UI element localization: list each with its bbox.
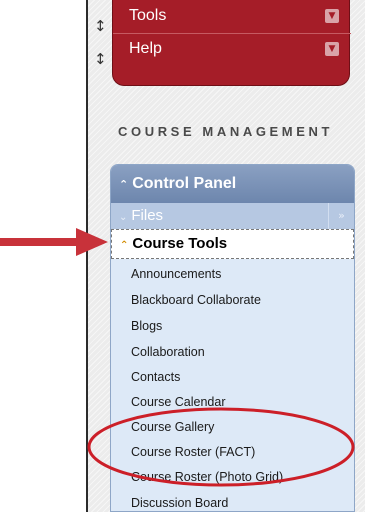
- menu-item-tools[interactable]: Tools ▼: [113, 2, 351, 30]
- files-label: Files: [131, 207, 164, 224]
- tool-link-contacts[interactable]: Contacts: [131, 365, 180, 389]
- pointer-arrow-icon: [0, 228, 108, 256]
- collapse-icon: ⌃: [120, 240, 129, 251]
- tool-link-course-calendar[interactable]: Course Calendar: [131, 390, 226, 414]
- expand-icon: ⌄: [119, 212, 128, 223]
- menu-item-label: Tools: [129, 7, 167, 24]
- course-management-heading: COURSE MANAGEMENT: [118, 124, 334, 139]
- collapse-icon: ⌃: [119, 178, 129, 191]
- double-chevron-right-icon[interactable]: »: [328, 203, 354, 229]
- control-panel-header[interactable]: ⌃ Control Panel: [111, 165, 354, 203]
- chevron-down-icon[interactable]: ▼: [325, 42, 339, 56]
- tool-link-course-gallery[interactable]: Course Gallery: [131, 415, 214, 439]
- menu-item-help[interactable]: Help ▼: [113, 35, 351, 63]
- menu-item-label: Help: [129, 40, 162, 57]
- control-panel-label: Control Panel: [132, 175, 237, 192]
- course-tools-label: Course Tools: [132, 235, 228, 252]
- tool-link-collaboration[interactable]: Collaboration: [131, 340, 205, 364]
- drag-handle-icon[interactable]: ↕: [94, 16, 107, 36]
- control-panel: ⌃ Control Panel ⌄ Files » ⌃ Course Tools An…: [110, 164, 355, 512]
- tool-link-discussion-board[interactable]: Discussion Board: [131, 491, 228, 512]
- files-item[interactable]: ⌄ Files »: [111, 203, 354, 229]
- tool-link-announcements[interactable]: Announcements: [131, 262, 221, 286]
- tool-link-course-roster-fact[interactable]: Course Roster (FACT): [131, 440, 255, 464]
- tool-link-blackboard-collaborate[interactable]: Blackboard Collaborate: [131, 288, 261, 312]
- drag-handle-icon[interactable]: ↕: [94, 49, 107, 69]
- menu-divider: [113, 33, 351, 34]
- tool-link-course-roster-photo-grid[interactable]: Course Roster (Photo Grid): [131, 465, 283, 489]
- course-menu: Tools ▼ Help ▼: [112, 0, 351, 86]
- course-tools-item[interactable]: ⌃ Course Tools: [111, 229, 354, 259]
- tool-link-blogs[interactable]: Blogs: [131, 314, 162, 338]
- chevron-down-icon[interactable]: ▼: [325, 9, 339, 23]
